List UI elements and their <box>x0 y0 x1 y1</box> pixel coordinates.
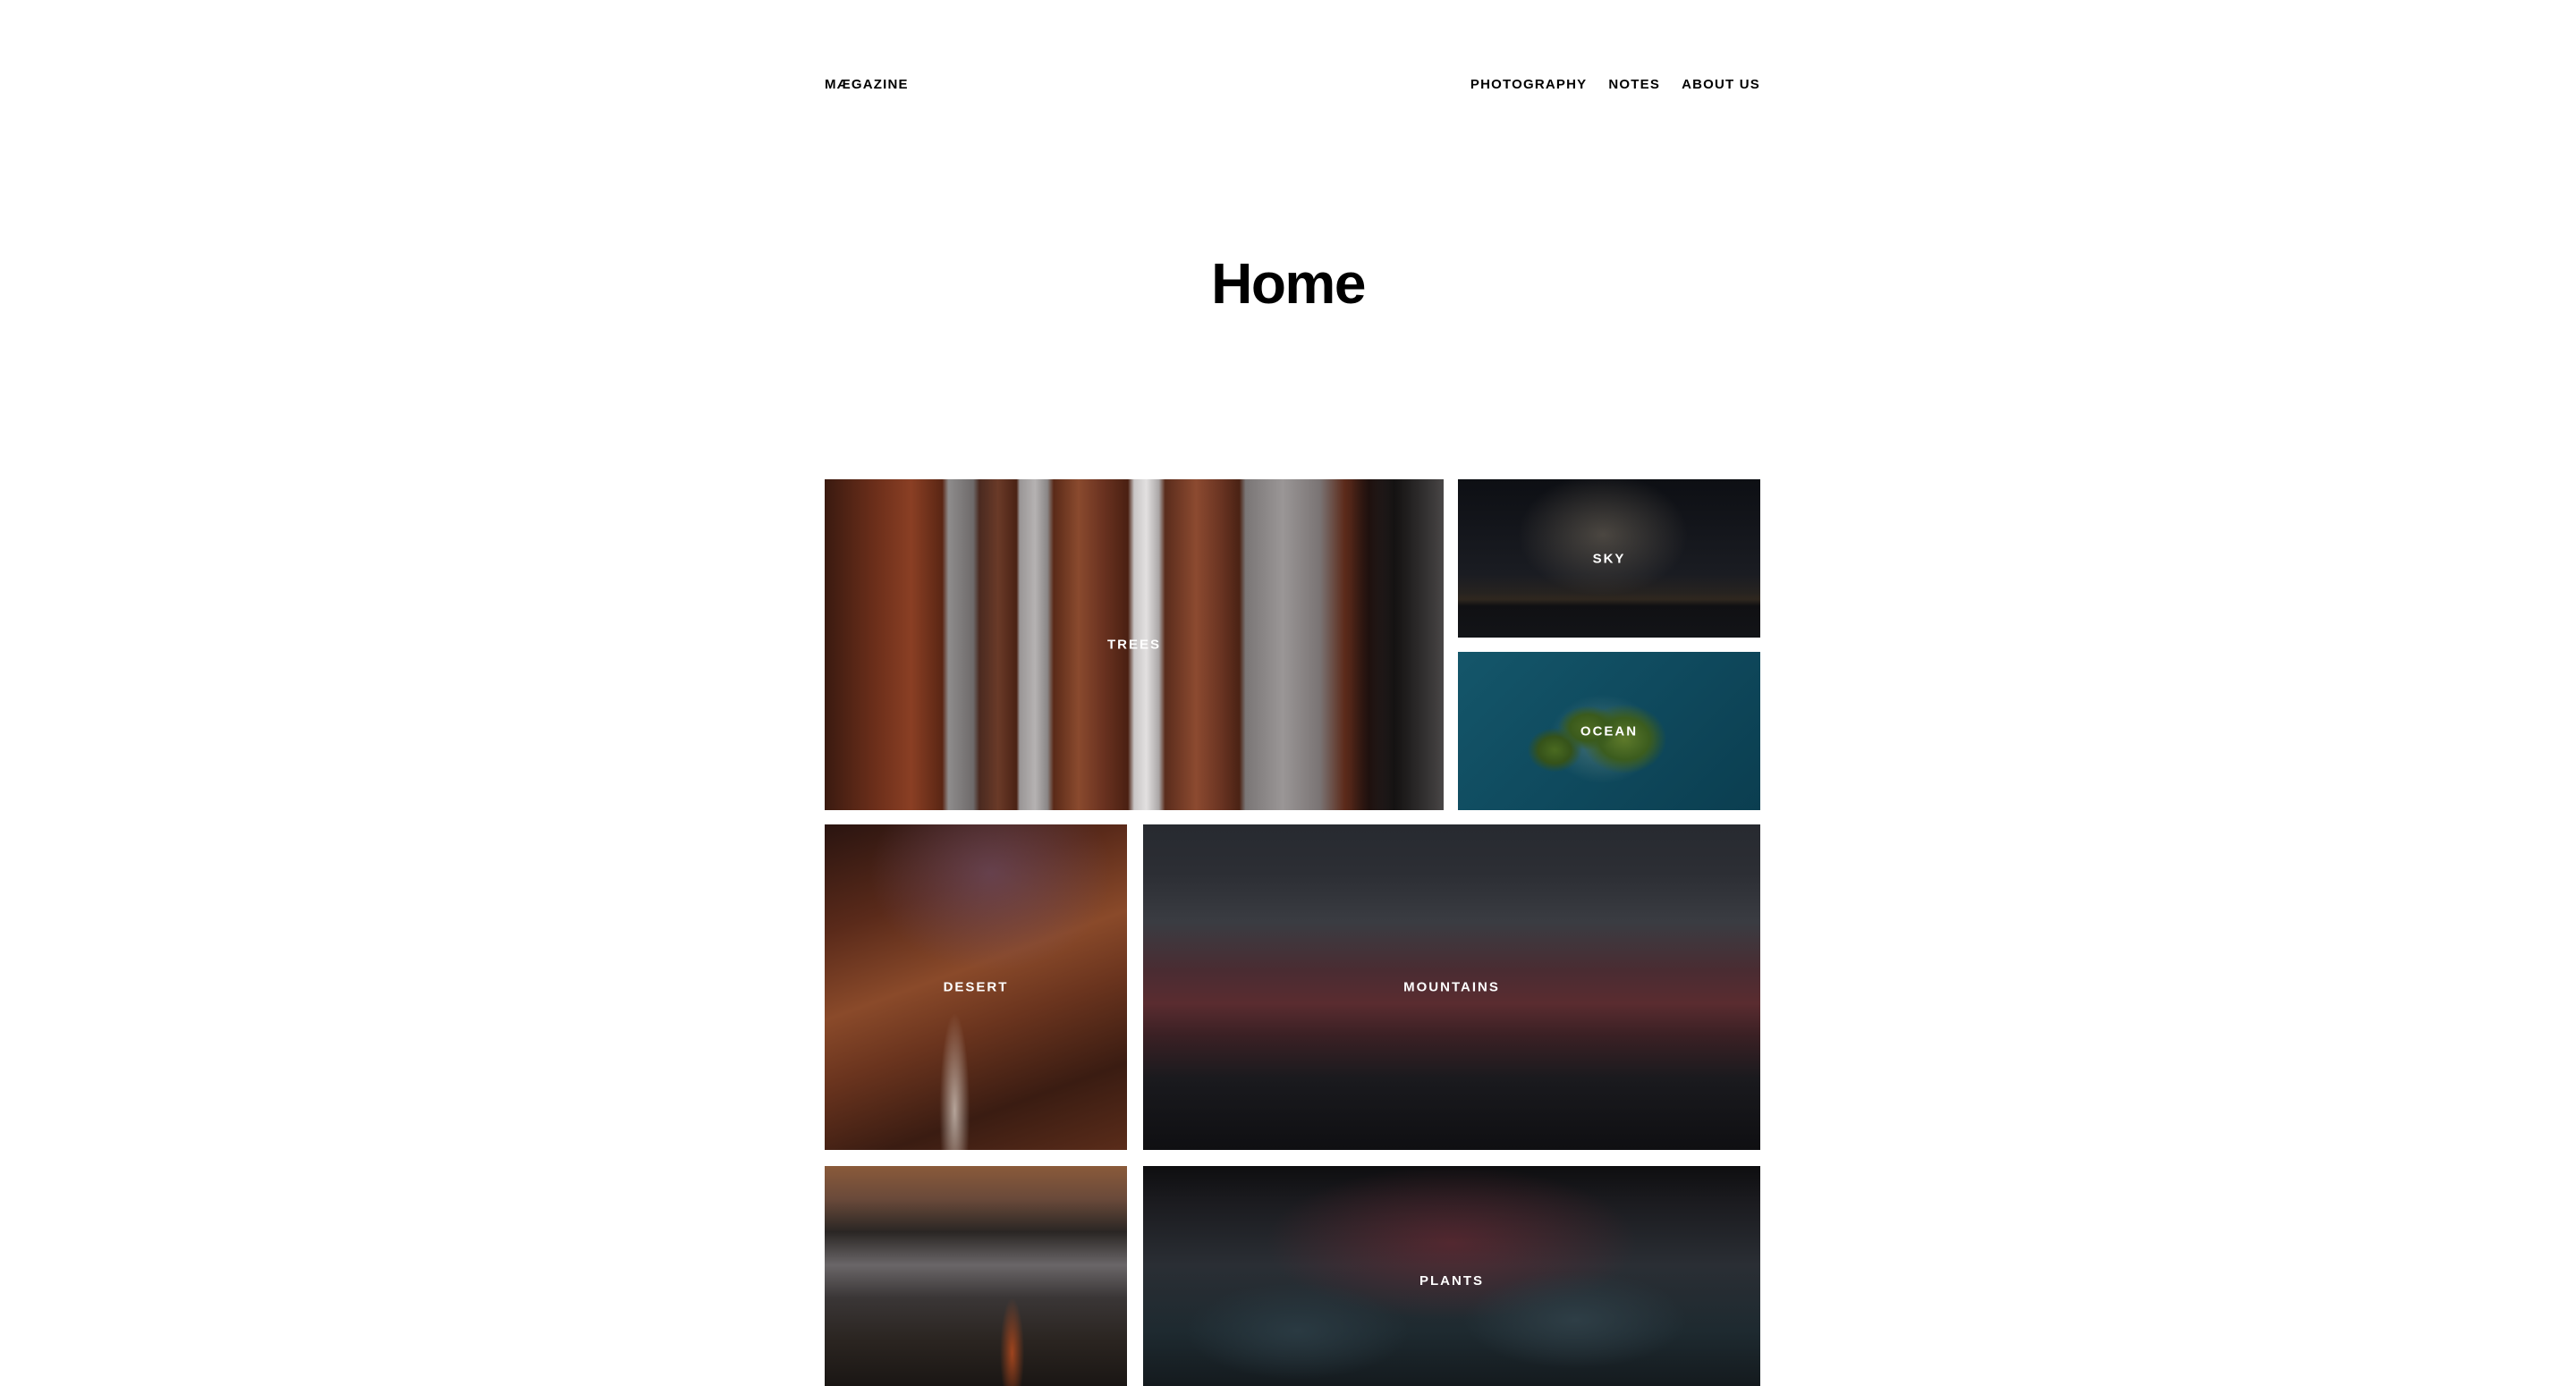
site-logo[interactable]: MÆGAZINE <box>825 77 909 92</box>
nav-item-notes[interactable]: NOTES <box>1608 77 1660 92</box>
tile-label-plants: PLANTS <box>1419 1273 1484 1289</box>
page: MÆGAZINE PHOTOGRAPHY NOTES ABOUT US Home… <box>0 0 2576 1386</box>
category-tile-forest[interactable] <box>825 1166 1127 1386</box>
category-tile-plants[interactable]: PLANTS <box>1143 1166 1760 1386</box>
category-tile-sky[interactable]: SKY <box>1458 479 1760 638</box>
forest-image <box>825 1166 1127 1386</box>
category-tile-mountains[interactable]: MOUNTAINS <box>1143 824 1760 1150</box>
tile-label-trees: TREES <box>1106 637 1161 653</box>
category-tile-desert[interactable]: DESERT <box>825 824 1127 1150</box>
nav-item-about-us[interactable]: ABOUT US <box>1682 77 1760 92</box>
nav-item-photography[interactable]: PHOTOGRAPHY <box>1470 77 1587 92</box>
tile-label-ocean: OCEAN <box>1580 723 1639 739</box>
tile-label-desert: DESERT <box>943 979 1009 995</box>
main-nav: PHOTOGRAPHY NOTES ABOUT US <box>1470 77 1760 92</box>
tile-label-mountains: MOUNTAINS <box>1403 979 1500 995</box>
category-tile-ocean[interactable]: OCEAN <box>1458 652 1760 810</box>
page-title: Home <box>1211 251 1366 316</box>
category-tile-trees[interactable]: TREES <box>825 479 1444 810</box>
tile-label-sky: SKY <box>1592 551 1626 566</box>
